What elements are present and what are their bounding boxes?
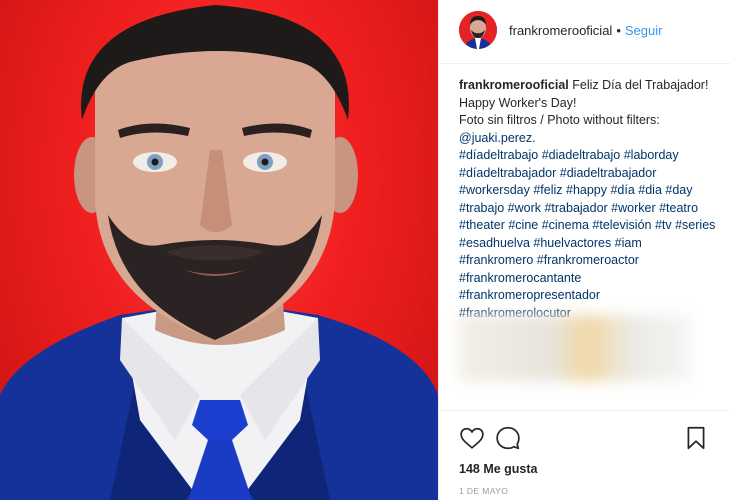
follow-button[interactable]: Seguir	[625, 23, 663, 38]
caption-hashtags[interactable]: #workersday #feliz #happy #día #dia #day	[459, 182, 721, 200]
likes-count[interactable]: 148 Me gusta	[459, 462, 538, 476]
bookmark-icon[interactable]	[683, 425, 711, 453]
heart-icon[interactable]	[459, 425, 487, 453]
post-panel: frankromerooficial • Seguir frankromeroo…	[438, 0, 730, 500]
caption-hashtags[interactable]: #díadeltrabajador #diadeltrabajador	[459, 165, 721, 183]
separator-dot: •	[616, 22, 621, 38]
caption-hashtags[interactable]: #frankromeropresentador	[459, 287, 721, 305]
caption-username[interactable]: frankromerooficial	[459, 78, 569, 92]
caption-hashtags[interactable]: #frankromero #frankromeroactor	[459, 252, 721, 270]
caption-line-1: frankromerooficial Feliz Día del Trabaja…	[459, 77, 721, 95]
header-username[interactable]: frankromerooficial	[509, 23, 612, 38]
caption-hashtags[interactable]: #díadeltrabajo #diadeltrabajo #laborday	[459, 147, 721, 165]
post-header: frankromerooficial • Seguir	[459, 10, 711, 50]
avatar[interactable]	[459, 11, 497, 49]
caption-line: Happy Worker's Day!	[459, 95, 577, 110]
action-bar	[459, 425, 711, 455]
actions-divider	[439, 410, 730, 411]
post-photo[interactable]	[0, 0, 438, 500]
comment-icon[interactable]	[495, 425, 523, 453]
caption-text: Feliz Día del Trabajador!	[572, 78, 709, 92]
caption-hashtags[interactable]: #trabajo #work #trabajador #worker #teat…	[459, 200, 721, 218]
portrait-illustration	[0, 5, 438, 500]
caption-mention-link[interactable]: @juaki.perez.	[459, 130, 721, 148]
header-divider	[439, 63, 730, 64]
caption-hashtags[interactable]: #frankromerocantante	[459, 270, 721, 288]
post-caption: frankromerooficial Feliz Día del Trabaja…	[459, 77, 721, 322]
post-date[interactable]: 1 DE MAYO	[459, 486, 508, 496]
blurred-comment	[459, 315, 691, 381]
avatar-image	[459, 11, 497, 49]
caption-hashtags[interactable]: #theater #cine #cinema #televisión #tv #…	[459, 217, 721, 235]
caption-line: Foto sin filtros / Photo without filters…	[459, 113, 660, 127]
caption-hashtags[interactable]: #esadhuelva #huelvactores #iam	[459, 235, 721, 253]
